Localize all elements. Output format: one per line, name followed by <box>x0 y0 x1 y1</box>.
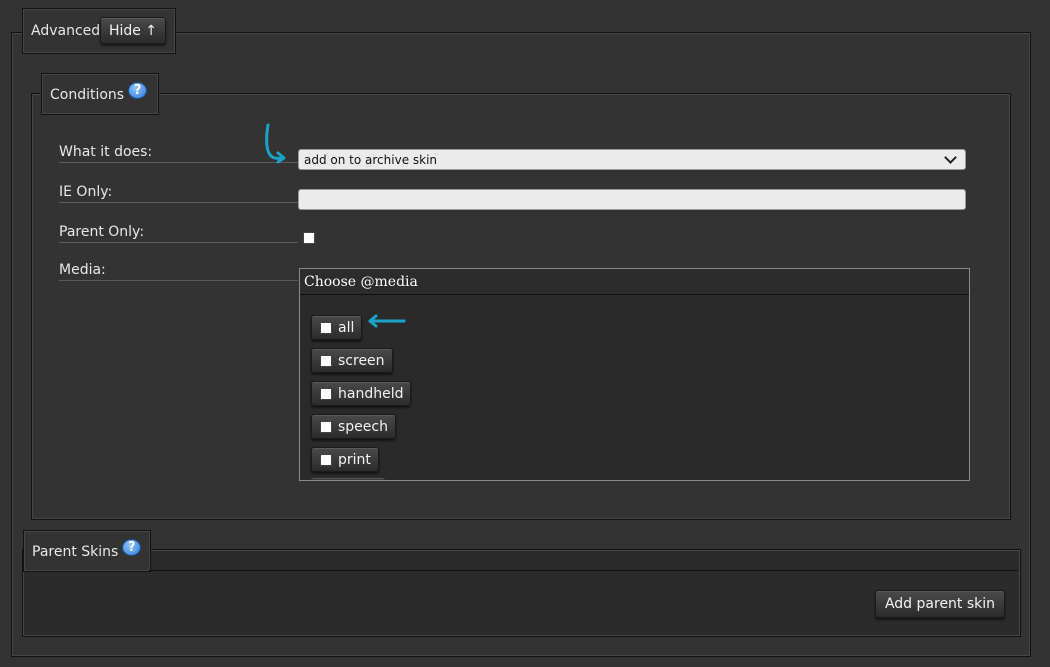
ie-only-label: IE Only: <box>59 184 298 203</box>
parent-skins-divider <box>149 570 1018 571</box>
media-option-screen-checkbox[interactable] <box>320 354 332 367</box>
add-parent-skin-button[interactable]: Add parent skin <box>875 590 1005 618</box>
conditions-label: Conditions <box>50 87 125 103</box>
curved-arrow-annotation-icon <box>265 123 286 164</box>
media-chooser-title: Choose @media <box>300 269 969 295</box>
media-option-label: speech <box>338 418 388 435</box>
conditions-help-icon[interactable]: ? <box>128 81 148 99</box>
media-option-label: print <box>338 451 371 468</box>
media-option-screen-button[interactable]: screen <box>311 348 393 373</box>
advanced-label: Advanced <box>31 23 101 39</box>
media-option-print-button[interactable]: print <box>311 447 379 472</box>
what-it-does-select[interactable]: add on to archive skin <box>298 149 966 170</box>
parent-skins-legend: Parent Skins ? <box>23 530 151 572</box>
media-option-label: handheld <box>338 385 404 402</box>
media-option-all[interactable]: all <box>311 315 363 340</box>
conditions-legend: Conditions ? <box>41 73 159 115</box>
parent-only-label: Parent Only: <box>59 224 298 243</box>
media-option-label: all <box>338 319 355 336</box>
media-chooser: Choose @media all screen handheld speech… <box>299 268 970 481</box>
media-option-speech[interactable]: speech <box>311 414 396 439</box>
ie-only-input[interactable] <box>298 189 966 210</box>
media-option-speech-button[interactable]: speech <box>311 414 396 439</box>
media-option-label: screen <box>338 352 385 369</box>
parent-skins-help-icon[interactable]: ? <box>122 538 142 556</box>
hide-button[interactable]: Hide ↑ <box>100 17 166 44</box>
media-option-all-button[interactable]: all <box>311 315 363 340</box>
media-label: Media: <box>59 262 298 281</box>
media-option-partial <box>311 478 385 480</box>
media-option-speech-checkbox[interactable] <box>320 420 332 433</box>
what-it-does-value: add on to archive skin <box>304 152 438 167</box>
parent-only-checkbox[interactable] <box>303 232 315 244</box>
media-option-screen[interactable]: screen <box>311 348 393 373</box>
media-option-all-checkbox[interactable] <box>320 321 332 334</box>
media-option-handheld-checkbox[interactable] <box>320 387 332 400</box>
parent-skins-label: Parent Skins <box>32 544 119 560</box>
parent-skins-fieldset <box>22 549 1021 637</box>
media-option-handheld-button[interactable]: handheld <box>311 381 412 406</box>
media-option-print[interactable]: print <box>311 447 379 472</box>
media-option-print-checkbox[interactable] <box>320 453 332 466</box>
left-arrow-annotation-icon <box>368 314 406 328</box>
media-option-handheld[interactable]: handheld <box>311 381 412 406</box>
chevron-down-icon <box>944 151 957 164</box>
